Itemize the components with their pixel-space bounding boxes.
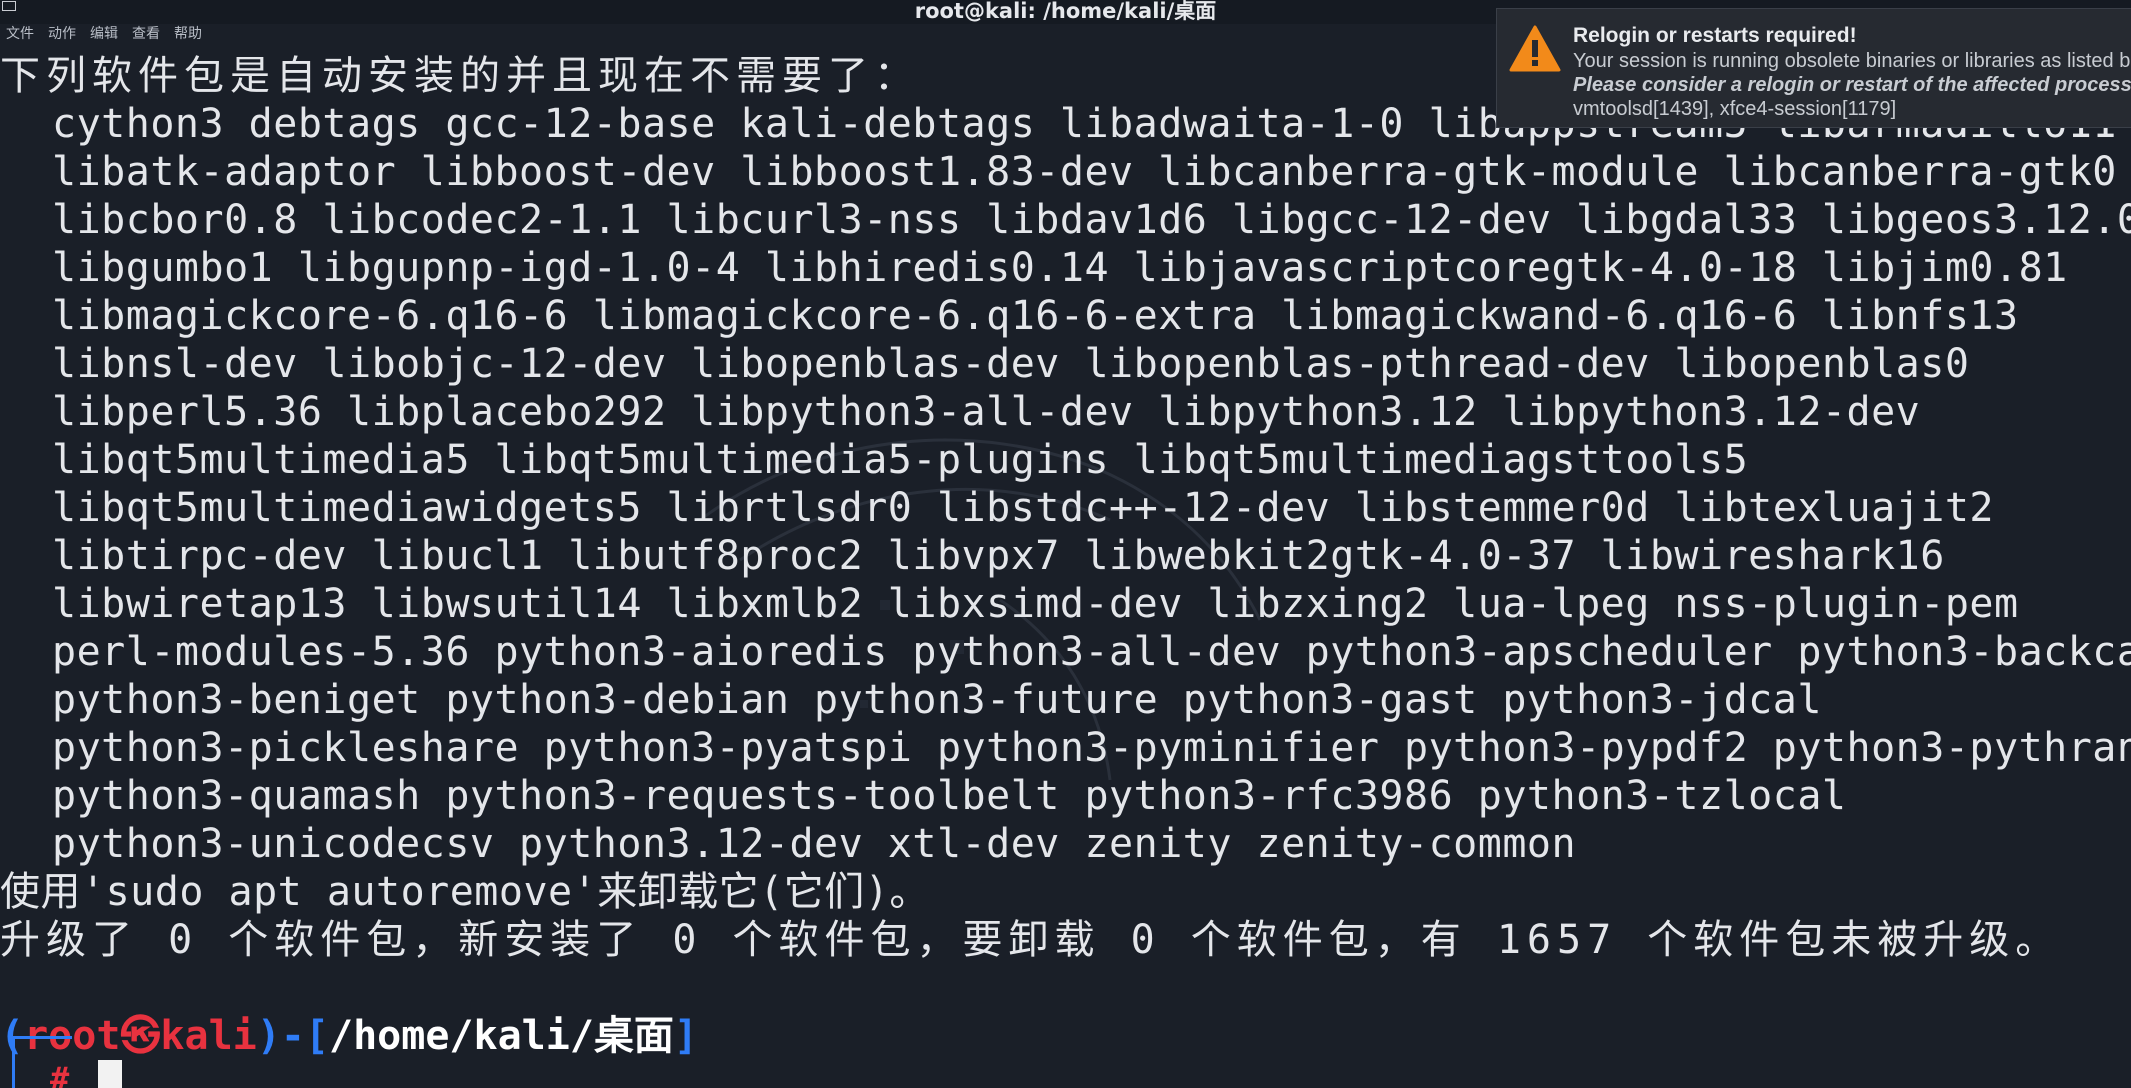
menu-actions[interactable]: 动作 <box>48 24 76 44</box>
package-list-line: python3-pickleshare python3-pyatspi pyth… <box>52 725 2131 771</box>
restart-notification[interactable]: Relogin or restarts required! Your sessi… <box>1496 8 2131 128</box>
package-list-line: libnsl-dev libobjc-12-dev libopenblas-de… <box>52 341 1970 387</box>
package-list-line: libatk-adaptor libboost-dev libboost1.83… <box>52 149 2117 195</box>
terminal-output[interactable]: 下列软件包是自动安装的并且现在不需要了： cython3 debtags gcc… <box>0 52 2131 964</box>
notification-body-line: Please consider a relogin or restart of … <box>1573 74 2131 96</box>
menu-bar: 文件 动作 编辑 查看 帮助 <box>6 24 202 44</box>
notification-title: Relogin or restarts required! <box>1573 24 1857 47</box>
package-list-line: python3-beniget python3-debian python3-f… <box>52 677 1822 723</box>
package-list-line: libperl5.36 libplacebo292 libpython3-all… <box>52 389 1921 435</box>
menu-file[interactable]: 文件 <box>6 24 34 44</box>
prompt-close: ] <box>673 1013 698 1059</box>
menu-help[interactable]: 帮助 <box>174 24 202 44</box>
package-list-line: python3-unicodecsv python3.12-dev xtl-de… <box>52 821 1577 867</box>
package-list-line: libgumbo1 libgupnp-igd-1.0-4 libhiredis0… <box>52 245 2068 291</box>
notification-process-list: vmtoolsd[1439], xfce4-session[1179] <box>1573 98 1897 120</box>
upgrade-summary: 升级了 0 个软件包，新安装了 0 个软件包，要卸载 0 个软件包，有 1657… <box>0 917 2062 963</box>
package-list-line: libmagickcore-6.q16-6 libmagickcore-6.q1… <box>52 293 2019 339</box>
notification-body-line: Your session is running obsolete binarie… <box>1573 50 2131 72</box>
menu-view[interactable]: 查看 <box>132 24 160 44</box>
prompt-path: /home/kali/桌面 <box>329 1013 674 1059</box>
package-list-line: libqt5multimediawidgets5 librtlsdr0 libs… <box>52 485 1994 531</box>
package-list-line: libtirpc-dev libucl1 libutf8proc2 libvpx… <box>52 533 1945 579</box>
prompt-separator: )-[ <box>256 1013 329 1059</box>
root-prompt-symbol: # <box>50 1060 70 1088</box>
package-list-line: perl-modules-5.36 python3-aioredis pytho… <box>52 629 2131 675</box>
autoremove-hint: 使用'sudo apt autoremove'来卸载它(它们)。 <box>0 869 930 915</box>
package-list-line: python3-quamash python3-requests-toolbel… <box>52 773 1847 819</box>
prompt-corner-stem <box>12 1068 15 1088</box>
shell-prompt: (root㉿kali)-[/home/kali/桌面] <box>0 1010 698 1062</box>
menu-edit[interactable]: 编辑 <box>90 24 118 44</box>
package-list-line: libqt5multimedia5 libqt5multimedia5-plug… <box>52 437 1749 483</box>
terminal-cursor[interactable] <box>98 1060 122 1088</box>
warning-icon <box>1509 25 1561 72</box>
package-list-line: libcbor0.8 libcodec2-1.1 libcurl3-nss li… <box>52 197 2131 243</box>
package-list-line: libwiretap13 libwsutil14 libxmlb2 libxsi… <box>52 581 2019 627</box>
